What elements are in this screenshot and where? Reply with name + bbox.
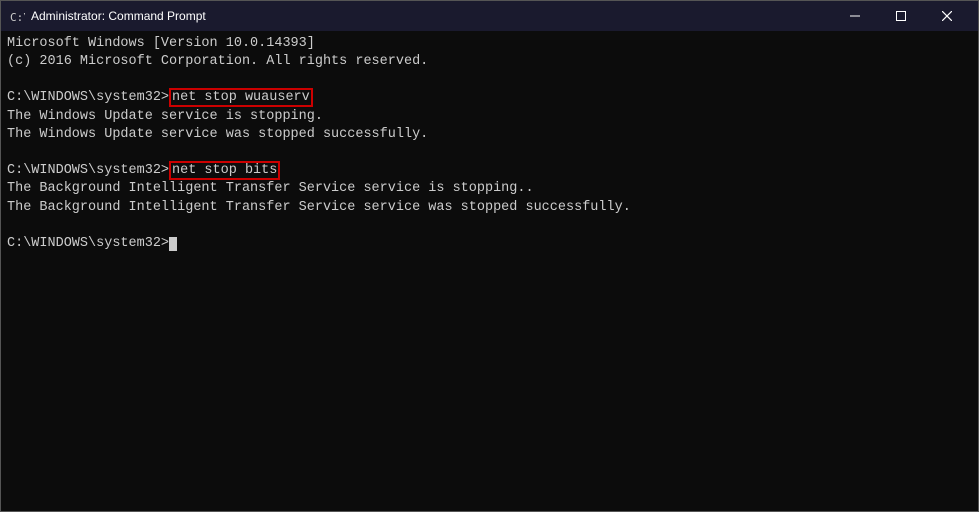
console-line: The Windows Update service is stopping.: [7, 108, 972, 126]
console-empty-line: [7, 144, 972, 162]
cmd-icon: C:\: [9, 8, 25, 24]
console-empty-line: [7, 71, 972, 89]
cursor-blink: [169, 237, 177, 251]
maximize-button[interactable]: [878, 1, 924, 31]
console-line: The Background Intelligent Transfer Serv…: [7, 199, 972, 217]
console-line-cmd1: C:\WINDOWS\system32>net stop wuauserv: [7, 89, 972, 107]
cmd-window: C:\ Administrator: Command Prompt: [0, 0, 979, 512]
title-bar: C:\ Administrator: Command Prompt: [1, 1, 978, 31]
prompt: C:\WINDOWS\system32>: [7, 90, 169, 105]
highlighted-command-2: net stop bits: [169, 161, 280, 180]
console-line: Microsoft Windows [Version 10.0.14393]: [7, 35, 972, 53]
window-controls: [832, 1, 970, 31]
console-prompt-line: C:\WINDOWS\system32>: [7, 235, 972, 253]
window-title: Administrator: Command Prompt: [31, 9, 832, 23]
svg-text:C:\: C:\: [10, 11, 25, 24]
prompt: C:\WINDOWS\system32>: [7, 236, 169, 251]
highlighted-command-1: net stop wuauserv: [169, 88, 313, 107]
console-line: The Background Intelligent Transfer Serv…: [7, 180, 972, 198]
minimize-button[interactable]: [832, 1, 878, 31]
close-button[interactable]: [924, 1, 970, 31]
console-empty-line: [7, 217, 972, 235]
console-output[interactable]: Microsoft Windows [Version 10.0.14393] (…: [1, 31, 978, 511]
console-line: (c) 2016 Microsoft Corporation. All righ…: [7, 53, 972, 71]
prompt: C:\WINDOWS\system32>: [7, 163, 169, 178]
console-line: The Windows Update service was stopped s…: [7, 126, 972, 144]
console-line-cmd2: C:\WINDOWS\system32>net stop bits: [7, 162, 972, 180]
